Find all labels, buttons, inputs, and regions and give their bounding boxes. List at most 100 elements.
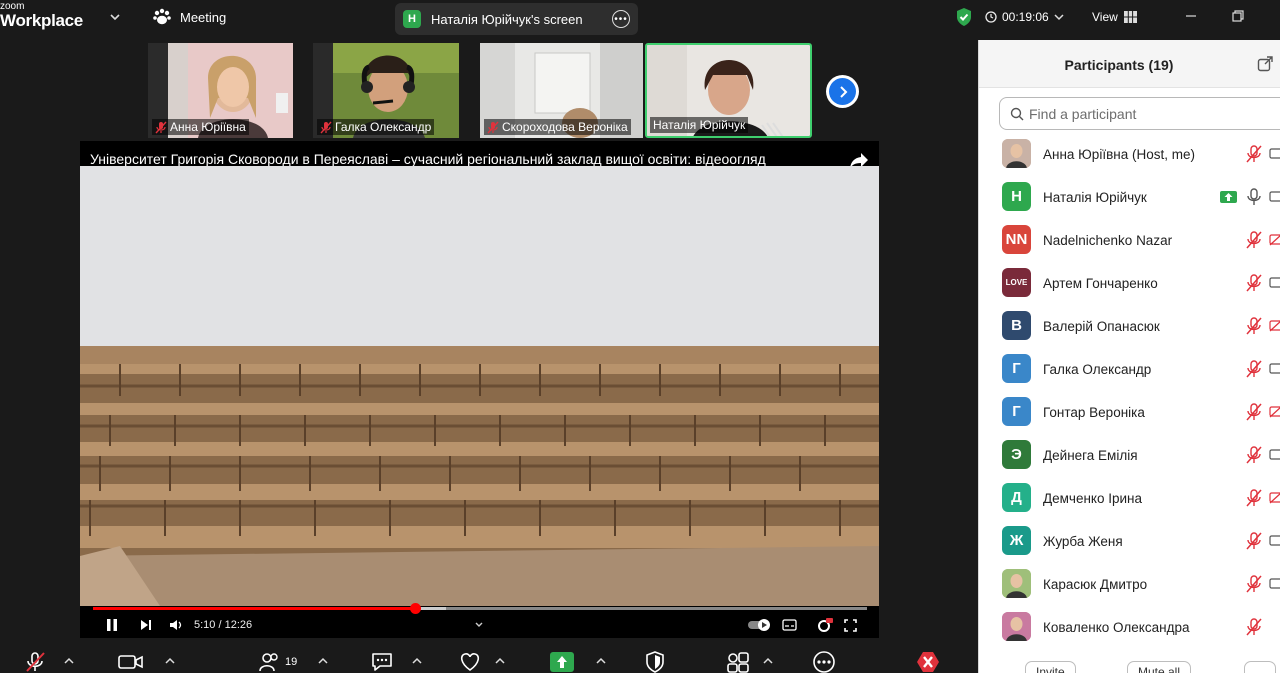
video-icon[interactable] — [1269, 147, 1280, 160]
panel-more-button[interactable]: ... — [1244, 661, 1277, 673]
start-video-button[interactable] — [118, 651, 144, 673]
mic-muted-icon[interactable] — [1245, 273, 1263, 293]
video-off-icon[interactable] — [1269, 233, 1280, 246]
video-icon[interactable] — [1269, 577, 1280, 590]
mute-all-button[interactable]: Mute all — [1127, 661, 1192, 673]
participants-panel: Participants (19) Анна Юріївна (Host, me… — [978, 40, 1280, 673]
chat-button[interactable] — [370, 651, 394, 673]
more-icon — [813, 651, 835, 673]
mic-icon[interactable] — [1245, 187, 1263, 207]
next-page-button[interactable] — [826, 75, 859, 108]
invite-button[interactable]: Invite — [1025, 661, 1076, 673]
participant-search-field[interactable] — [999, 97, 1280, 130]
chevron-up-icon[interactable] — [165, 657, 175, 665]
mic-muted-icon[interactable] — [1245, 402, 1263, 422]
participant-name: Дейнега Емілія — [1043, 448, 1138, 463]
restore-icon[interactable] — [1230, 8, 1246, 24]
video-icon[interactable] — [1269, 534, 1280, 547]
participant-row[interactable]: Карасюк Дмитро — [979, 563, 1280, 606]
settings-button[interactable] — [817, 615, 833, 635]
sharing-screen-icon — [1220, 191, 1237, 203]
subtitles-button[interactable] — [782, 615, 797, 635]
chevron-up-icon[interactable] — [596, 657, 606, 665]
share-screen-button[interactable] — [550, 651, 574, 673]
view-button[interactable]: View — [1092, 10, 1137, 24]
participant-name: Анна Юріївна (Host, me) — [1043, 147, 1195, 162]
reactions-button[interactable] — [458, 651, 482, 673]
participant-thumbnail[interactable]: Анна Юріївна — [148, 43, 293, 138]
participant-row[interactable]: Д Демченко Ірина — [979, 477, 1280, 520]
mic-muted-icon[interactable] — [1245, 617, 1263, 637]
video-off-icon[interactable] — [1269, 405, 1280, 418]
video-icon[interactable] — [1269, 276, 1280, 289]
participant-thumbnail[interactable]: Галка Олександр — [313, 43, 459, 138]
more-button[interactable] — [812, 651, 836, 673]
chevron-down-icon[interactable] — [474, 615, 484, 635]
mic-muted-icon[interactable] — [1245, 488, 1263, 508]
chevron-up-icon[interactable] — [64, 657, 74, 665]
search-icon — [1010, 107, 1024, 120]
chevron-up-icon[interactable] — [412, 657, 422, 665]
pause-button[interactable] — [105, 615, 119, 635]
video-icon[interactable] — [1269, 190, 1280, 203]
more-options-icon[interactable]: ••• — [612, 10, 630, 28]
popout-icon[interactable] — [1257, 56, 1273, 72]
autoplay-toggle-icon — [748, 619, 770, 631]
unmute-button[interactable] — [24, 651, 46, 673]
apps-button[interactable] — [726, 651, 750, 673]
mic-muted-icon[interactable] — [1245, 144, 1263, 164]
screen-share-indicator[interactable]: H Наталія Юрійчук's screen ••• — [395, 3, 638, 35]
meeting-timer[interactable]: 00:19:06 — [985, 10, 1064, 24]
mic-muted-icon[interactable] — [1245, 230, 1263, 250]
participant-row[interactable]: H Наталія Юрійчук — [979, 176, 1280, 219]
mic-muted-icon[interactable] — [1245, 359, 1263, 379]
participant-row[interactable]: NN Nadelnichenko Nazar — [979, 219, 1280, 262]
participant-row[interactable]: Г Галка Олександр — [979, 348, 1280, 391]
participant-row[interactable]: B Валерій Опанасюк — [979, 305, 1280, 348]
video-progress-bar[interactable] — [93, 603, 867, 614]
avatar-initials: B — [1011, 317, 1022, 334]
shared-screen-video[interactable]: Університет Григорія Сковороди в Переясл… — [80, 141, 879, 638]
participant-row[interactable]: Коваленко Олександра — [979, 606, 1280, 649]
participant-row[interactable]: Э Дейнега Емілія — [979, 434, 1280, 477]
participant-thumbnail[interactable]: Скороходова Вероніка — [480, 43, 643, 138]
chevron-up-icon[interactable] — [495, 657, 505, 665]
mic-muted-icon[interactable] — [1245, 531, 1263, 551]
participant-row[interactable]: Ж Журба Женя — [979, 520, 1280, 563]
mic-muted-icon[interactable] — [1245, 445, 1263, 465]
chevron-up-icon[interactable] — [763, 657, 773, 665]
participant-row[interactable]: LOVE Артем Гончаренко — [979, 262, 1280, 305]
participant-row[interactable]: Анна Юріївна (Host, me) — [979, 133, 1280, 176]
meeting-info-button[interactable]: Meeting — [152, 8, 226, 26]
chevron-up-icon[interactable] — [318, 657, 328, 665]
avatar: NN — [1002, 225, 1031, 254]
participants-button[interactable]: 19 — [258, 651, 297, 673]
volume-button[interactable] — [169, 615, 183, 635]
security-shield-icon[interactable] — [955, 7, 973, 27]
participants-list: Анна Юріївна (Host, me) H Наталія Юрійчук N… — [979, 133, 1280, 649]
participant-name: Артем Гончаренко — [1043, 276, 1158, 291]
mic-muted-icon[interactable] — [1245, 574, 1263, 594]
video-off-icon[interactable] — [1269, 491, 1280, 504]
participant-name: Гонтар Вероніка — [1043, 405, 1145, 420]
autoplay-toggle[interactable] — [748, 615, 772, 635]
next-video-button[interactable] — [140, 615, 153, 635]
fullscreen-button[interactable] — [844, 615, 857, 635]
video-off-icon[interactable] — [1269, 319, 1280, 332]
chevron-down-icon[interactable] — [108, 10, 122, 24]
minimize-icon[interactable] — [1183, 8, 1199, 24]
thumbnail-name: Анна Юріївна — [170, 120, 246, 134]
scrubber-handle[interactable] — [409, 603, 421, 614]
video-icon[interactable] — [1269, 362, 1280, 375]
mic-muted-icon[interactable] — [1245, 316, 1263, 336]
video-icon[interactable] — [1269, 448, 1280, 461]
grid-view-icon — [1123, 11, 1137, 23]
participant-search-input[interactable] — [1029, 105, 1269, 122]
subtitles-icon — [782, 619, 797, 631]
mic-muted-icon — [155, 121, 167, 133]
participant-row[interactable]: Г Гонтар Вероніка — [979, 391, 1280, 434]
host-tools-button[interactable] — [645, 651, 665, 673]
avatar: Э — [1002, 440, 1031, 469]
leave-button[interactable] — [916, 651, 940, 673]
participant-thumbnail-active-speaker[interactable]: Наталія Юрійчук — [645, 43, 812, 138]
